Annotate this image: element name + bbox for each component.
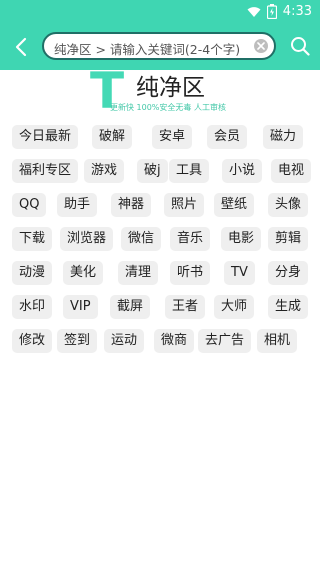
tag-button[interactable]: 修改 bbox=[12, 329, 53, 353]
logo-subtitle: 更新快 100%安全无毒 人工审核 bbox=[110, 103, 226, 112]
tag-button[interactable]: 会员 bbox=[207, 125, 248, 149]
tag-button[interactable]: VIP bbox=[63, 295, 98, 319]
tag-button[interactable]: 水印 bbox=[12, 295, 53, 319]
tag-button[interactable]: 音乐 bbox=[170, 227, 211, 251]
tag-button[interactable]: 破j bbox=[137, 159, 168, 183]
tag-button[interactable]: 壁纸 bbox=[214, 193, 255, 217]
logo-title: 纯净区 bbox=[136, 75, 205, 101]
tag-button[interactable]: TV bbox=[224, 261, 255, 285]
tag-button[interactable]: 电影 bbox=[221, 227, 262, 251]
status-icons: 4:33 bbox=[247, 4, 312, 19]
tag-button[interactable]: QQ bbox=[12, 193, 47, 217]
tag-button[interactable]: 破解 bbox=[92, 125, 133, 149]
search-button[interactable] bbox=[288, 34, 312, 58]
tag-button[interactable]: 去广告 bbox=[198, 329, 252, 353]
tag-button[interactable]: 清理 bbox=[118, 261, 159, 285]
tag-button[interactable]: 下载 bbox=[12, 227, 53, 251]
search-input-text: 纯净区 > 请输入关键词(2-4个字) bbox=[54, 42, 241, 57]
tag-button[interactable]: 小说 bbox=[222, 159, 263, 183]
back-arrow-icon bbox=[15, 37, 27, 57]
clear-icon bbox=[257, 42, 265, 50]
tag-button[interactable]: 游戏 bbox=[84, 159, 125, 183]
tag-button[interactable]: 头像 bbox=[268, 193, 309, 217]
tag-button[interactable]: 相机 bbox=[257, 329, 298, 353]
tag-button[interactable]: 浏览器 bbox=[60, 227, 114, 251]
tag-button[interactable]: 签到 bbox=[57, 329, 98, 353]
tag-button[interactable]: 磁力 bbox=[263, 125, 304, 149]
tag-button[interactable]: 福利专区 bbox=[12, 159, 79, 183]
tag-button[interactable]: 动漫 bbox=[12, 261, 53, 285]
logo: T 纯净区 更新快 100%安全无毒 人工审核 bbox=[84, 66, 284, 116]
status-bar: 4:33 bbox=[0, 0, 320, 24]
tag-button[interactable]: 微信 bbox=[121, 227, 162, 251]
tag-button[interactable]: 美化 bbox=[63, 261, 104, 285]
tag-button[interactable]: 今日最新 bbox=[12, 125, 79, 149]
tag-button[interactable]: 助手 bbox=[57, 193, 98, 217]
tag-button[interactable]: 分身 bbox=[268, 261, 309, 285]
search-input[interactable]: 纯净区 > 请输入关键词(2-4个字) bbox=[42, 32, 276, 60]
back-button[interactable] bbox=[8, 34, 34, 60]
search-icon bbox=[291, 37, 310, 56]
tag-button[interactable]: 神器 bbox=[111, 193, 152, 217]
tag-button[interactable]: 电视 bbox=[271, 159, 312, 183]
tag-button[interactable]: 听书 bbox=[170, 261, 211, 285]
tag-button[interactable]: 运动 bbox=[104, 329, 145, 353]
toolbar: 纯净区 > 请输入关键词(2-4个字) bbox=[0, 24, 320, 70]
tag-button[interactable]: 大师 bbox=[214, 295, 255, 319]
tag-button[interactable]: 照片 bbox=[164, 193, 205, 217]
tag-button[interactable]: 生成 bbox=[268, 295, 309, 319]
battery-icon bbox=[266, 4, 277, 19]
tag-button[interactable]: 微商 bbox=[154, 329, 195, 353]
tag-button[interactable]: 剪辑 bbox=[268, 227, 309, 251]
wifi-icon bbox=[247, 6, 261, 17]
tag-button[interactable]: 王者 bbox=[165, 295, 206, 319]
tag-button[interactable]: 截屏 bbox=[110, 295, 151, 319]
status-time: 4:33 bbox=[282, 4, 312, 19]
tag-button[interactable]: 安卓 bbox=[152, 125, 193, 149]
clear-button[interactable] bbox=[254, 39, 268, 53]
tag-button[interactable]: 工具 bbox=[169, 159, 210, 183]
